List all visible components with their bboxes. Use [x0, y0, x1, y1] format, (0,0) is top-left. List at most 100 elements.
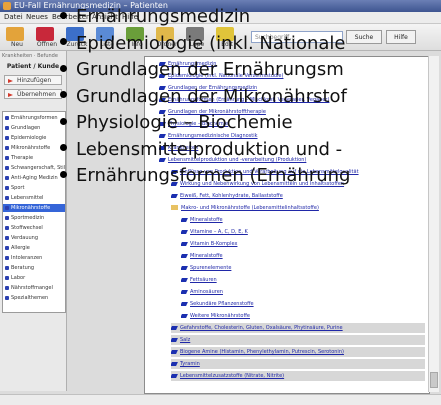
bullet-icon — [181, 313, 188, 318]
menu-view[interactable]: Ansicht — [92, 12, 118, 23]
tree-row-label: Gefahrstoffe, Cholesterin, Gluten, Oxals… — [180, 325, 343, 331]
item-icon — [5, 136, 9, 140]
item-icon — [5, 116, 9, 120]
tree-row[interactable]: Gefahrstoffe, Cholesterin, Gluten, Oxals… — [171, 323, 425, 333]
list-item[interactable]: Verdauung — [3, 234, 65, 242]
folder-icon — [156, 27, 174, 41]
list-item[interactable]: Intoleranzen — [3, 254, 65, 262]
tree-row[interactable]: Physiologie – Biochemie — [159, 119, 425, 129]
list-item[interactable]: Stoffwechsel — [3, 224, 65, 232]
tree-row[interactable]: Ernährungsformen (Ernährung – Mischkost,… — [159, 95, 425, 105]
list-item-label: Epidemiologie — [11, 135, 47, 141]
help-button[interactable]: Hilfe — [386, 30, 416, 44]
bullet-icon — [171, 349, 178, 354]
tree-row-label: Aminosäuren — [190, 289, 223, 295]
tree-row[interactable]: Eiweiß, Fett, Kohlenhydrate, Ballaststof… — [171, 191, 425, 201]
tree-row-label: Physiologie – Biochemie — [168, 121, 229, 127]
list-item[interactable]: Mikronährstoffe — [3, 144, 65, 152]
list-item[interactable]: Grundlagen — [3, 124, 65, 132]
list-item[interactable]: Nährstoffmangel — [3, 284, 65, 292]
category-list[interactable]: Ernährungsformen Grundlagen Epidemiologie M… — [2, 111, 66, 313]
list-item-label: Verdauung — [11, 235, 38, 241]
tree-row-label: Grundlagen der Mikronährstofftherapie — [168, 109, 266, 115]
item-icon — [5, 286, 9, 290]
tree-row[interactable]: Vitamin B-Komplex — [181, 239, 425, 249]
item-icon — [5, 176, 9, 180]
bullet-icon — [171, 169, 178, 174]
tree-row[interactable]: Ernährungsmedizin — [159, 59, 425, 69]
tree-row[interactable]: Epidemiologie (inkl. Nationale Verzehrss… — [159, 71, 425, 81]
tree-row[interactable]: Salz — [171, 335, 425, 345]
bullet-icon — [159, 97, 166, 102]
menu-help[interactable]: Hilfe — [122, 12, 138, 23]
list-item[interactable]: Schwangerschaft, Stillzeit — [3, 164, 65, 172]
search-button[interactable]: Suche — [346, 30, 382, 44]
list-item[interactable]: Anti-Aging Medizin — [3, 174, 65, 182]
list-item[interactable]: Lebensmittel — [3, 194, 65, 202]
toolbar: Suchbegriff... Suche Hilfe Neu Öffnen Zurü… — [0, 24, 441, 51]
tree-row[interactable]: Aminosäuren — [181, 287, 425, 297]
bullet-icon — [159, 121, 166, 126]
menu-edit[interactable]: Bearbeiten — [52, 12, 90, 23]
tree-row[interactable]: Krankheiten — [159, 143, 425, 153]
list-item[interactable]: Sport — [3, 184, 65, 192]
tree-row[interactable]: Spurenelemente — [181, 263, 425, 273]
item-icon — [5, 276, 9, 280]
tree-row[interactable]: Mineralstoffe — [181, 251, 425, 261]
list-item[interactable]: Sportmedizin — [3, 214, 65, 222]
tree-row-label: Lebensmittelproduktion und -verarbeitung… — [168, 157, 307, 163]
play-icon — [8, 79, 13, 83]
bullet-icon — [171, 373, 178, 378]
menu-new[interactable]: Neues — [26, 12, 48, 23]
tree-row-label: Sekundäre Pflanzenstoffe — [190, 301, 254, 307]
tree-row-label: Salz — [180, 337, 191, 343]
tree-row[interactable]: Fettsäuren — [181, 275, 425, 285]
list-item[interactable]: Labor — [3, 274, 65, 282]
bullet-icon — [181, 253, 188, 258]
apply-button[interactable]: Übernehmen — [4, 89, 62, 99]
tree-row[interactable]: Grundlagen der Mikronährstofftherapie — [159, 107, 425, 117]
tree-row[interactable]: Einflüsse von Produktion und Verarbeitun… — [171, 167, 425, 177]
tree-row[interactable]: Makro- und Mikronährstoffe (Lebensmittel… — [171, 203, 425, 213]
tree-row[interactable]: Sekundäre Pflanzenstoffe — [181, 299, 425, 309]
add-button[interactable]: Hinzufügen — [4, 75, 62, 85]
scrollbar[interactable] — [428, 56, 439, 392]
tree-row[interactable]: Vitamine – A, C, D, E, K — [181, 227, 425, 237]
tree-row-label: Lebensmittelzusatzstoffe (Nitrate, Nitri… — [180, 373, 285, 379]
search-input[interactable]: Suchbegriff... — [251, 31, 343, 43]
list-item-label: Intoleranzen — [11, 255, 43, 261]
tree-row[interactable]: Ernährungsmedizinische Diagnostik — [159, 131, 425, 141]
tree-row[interactable]: Grundlagen der Ernährungsmedizin — [159, 83, 425, 93]
item-icon — [5, 216, 9, 220]
tree-row[interactable]: Lebensmittelzusatzstoffe (Nitrate, Nitri… — [171, 371, 425, 381]
tree-row[interactable]: Lebensmittelproduktion und -verarbeitung… — [159, 155, 425, 165]
chart-icon — [126, 27, 144, 41]
item-icon — [5, 226, 9, 230]
play-icon — [8, 93, 13, 97]
tree-row-label: Fettsäuren — [190, 277, 217, 283]
list-item-label: Spezialthemen — [11, 295, 49, 301]
toolbar-button-label: Liste — [99, 41, 115, 48]
item-icon — [5, 296, 9, 300]
list-item[interactable]: Ernährungsformen — [3, 114, 65, 122]
list-item[interactable]: Epidemiologie — [3, 134, 65, 142]
tree-row[interactable]: Tyramin — [171, 359, 425, 369]
tree-row[interactable]: Biogene Amine (Histamin, Phenylethylamin… — [171, 347, 425, 357]
list-item[interactable]: Beratung — [3, 264, 65, 272]
toolbar-button-label: Öffnen — [36, 41, 58, 48]
bullet-icon — [171, 193, 178, 198]
scroll-thumb[interactable] — [430, 372, 438, 388]
menu-file[interactable]: Datei — [4, 12, 23, 23]
tree-row[interactable]: Wirkung und Nebenwirkung von Lebensmitte… — [171, 179, 425, 189]
list-item[interactable]: Allergie — [3, 244, 65, 252]
list-item[interactable]: Spezialthemen — [3, 294, 65, 302]
tree-row[interactable]: Mineralstoffe — [181, 215, 425, 225]
toolbar-button-label: Info — [131, 41, 143, 48]
item-icon — [5, 256, 9, 260]
topic-tree[interactable]: Ernährungsmedizin Epidemiologie (inkl. Na… — [144, 56, 430, 394]
list-item[interactable]: Therapie — [3, 154, 65, 162]
list-item[interactable]: Mikronährstoffe — [3, 204, 65, 212]
bullet-icon — [181, 217, 188, 222]
apply-button-label: Übernehmen — [17, 91, 56, 98]
tree-row[interactable]: Weitere Mikronährstoffe — [181, 311, 425, 321]
